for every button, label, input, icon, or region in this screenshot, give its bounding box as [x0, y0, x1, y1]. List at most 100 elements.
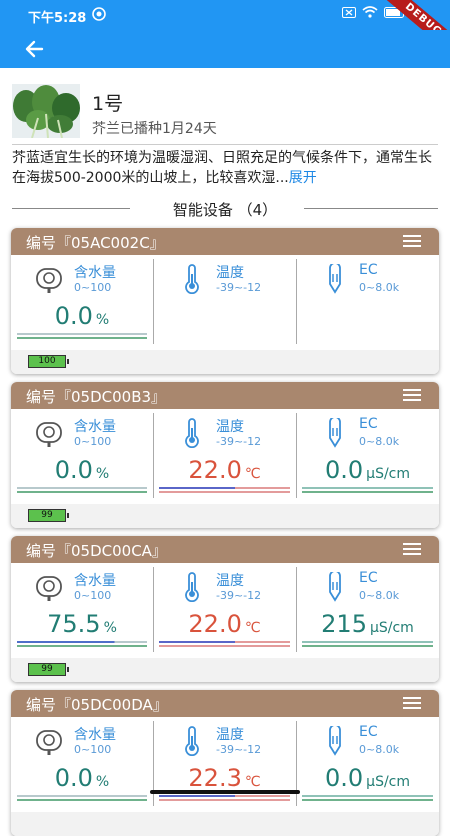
moisture-unit: %: [95, 774, 110, 790]
moisture-unit: %: [103, 620, 117, 636]
battery-icon: 99: [28, 663, 69, 676]
cell-divider: [296, 413, 297, 498]
plant-sowing-days: 芥兰已播种1月24天: [92, 121, 217, 137]
moisture-label: 含水量: [74, 265, 116, 281]
ec-unit: μS/cm: [369, 620, 414, 636]
temperature-sensor-icon: [177, 726, 207, 757]
device-code: 编号『05DC00DA』: [26, 696, 168, 714]
temperature-unit: ℃: [244, 466, 261, 482]
battery-icon: 99: [28, 509, 69, 522]
moisture-level-bar: [17, 795, 147, 802]
menu-icon[interactable]: [403, 543, 421, 555]
divider: [12, 144, 438, 145]
cell-divider: [296, 259, 297, 344]
temperature-label: 温度: [216, 727, 244, 743]
temperature-sensor-icon: [177, 572, 207, 603]
ec-range: 0~8.0k: [359, 589, 400, 602]
temperature-reading: 22.0 ℃: [153, 610, 296, 638]
ec-sensor-icon: [320, 416, 350, 448]
level-bar-track: [159, 491, 290, 493]
device-card[interactable]: 编号『05DC00DA』 含水量 0~100 0.0% 温度 -39~-12 22.3 ℃ EC…: [11, 690, 439, 836]
moisture-level-bar: [17, 333, 147, 340]
device-card-header: 编号『05DC00CA』: [11, 536, 439, 563]
temperature-label: 温度: [216, 265, 244, 281]
wifi-icon: [362, 6, 378, 22]
app-indicator-icon: [92, 7, 106, 25]
temperature-range: -39~-12: [216, 743, 262, 756]
menu-icon[interactable]: [403, 389, 421, 401]
device-card-footer: [11, 812, 439, 836]
cell-divider: [153, 567, 154, 652]
level-bar-fill: [17, 333, 147, 335]
moisture-cell: 含水量 0~100 0.0%: [11, 255, 153, 350]
level-bar-fill: [17, 795, 147, 797]
section-line-right: [304, 208, 438, 209]
ec-cell: EC 0~8.0k 215 μS/cm: [296, 563, 439, 658]
device-card-header: 编号『05DC00B3』: [11, 382, 439, 409]
temperature-range: -39~-12: [216, 589, 262, 602]
expand-link[interactable]: 展开: [289, 170, 317, 186]
temperature-value: 22.0: [188, 456, 242, 484]
level-bar-track: [17, 337, 147, 339]
ec-label: EC: [359, 262, 378, 278]
device-card[interactable]: 编号『05AC002C』 含水量 0~100 0.0% 温度 -39~-12 EC 0~8.0…: [11, 228, 439, 374]
ec-reading: 0.0 μS/cm: [296, 764, 439, 792]
moisture-value: 75.5: [47, 610, 101, 638]
level-bar-fill: [302, 795, 433, 797]
ec-sensor-icon: [320, 262, 350, 294]
ec-label: EC: [359, 724, 378, 740]
level-bar-fill: [17, 487, 147, 489]
device-card-header: 编号『05AC002C』: [11, 228, 439, 255]
sim-icon: [342, 6, 356, 22]
temperature-cell: 温度 -39~-12 22.0 ℃: [153, 409, 296, 504]
device-card[interactable]: 编号『05DC00B3』 含水量 0~100 0.0% 温度 -39~-12 22.0 ℃ EC…: [11, 382, 439, 528]
home-indicator: [150, 790, 300, 794]
temperature-unit: ℃: [244, 774, 261, 790]
back-arrow-icon[interactable]: [22, 36, 48, 62]
menu-icon[interactable]: [403, 697, 421, 709]
ec-level-bar: [302, 487, 433, 494]
temperature-value: 22.0: [188, 610, 242, 638]
moisture-unit: %: [95, 466, 110, 482]
menu-icon[interactable]: [403, 235, 421, 247]
level-bar-fill: [17, 641, 147, 643]
moisture-cell: 含水量 0~100 75.5%: [11, 563, 153, 658]
cell-divider: [296, 567, 297, 652]
moisture-sensor-icon: [35, 418, 65, 448]
temperature-reading: 22.3 ℃: [153, 764, 296, 792]
level-bar-fill: [302, 487, 433, 489]
ec-range: 0~8.0k: [359, 743, 400, 756]
level-bar-fill: [302, 641, 433, 643]
plant-photo: [12, 84, 80, 138]
moisture-label: 含水量: [74, 727, 116, 743]
ec-sensor-icon: [320, 724, 350, 756]
moisture-range: 0~100: [74, 281, 112, 294]
ec-value: 0.0: [324, 764, 364, 792]
ec-level-bar: [302, 795, 433, 802]
temperature-level-bar: [159, 641, 290, 648]
level-bar-fill: [159, 487, 290, 489]
ec-unit: μS/cm: [366, 466, 411, 482]
level-bar-track: [17, 799, 147, 801]
moisture-sensor-icon: [35, 726, 65, 756]
ec-unit: μS/cm: [366, 774, 411, 790]
app-bar: [0, 30, 450, 68]
ec-cell: EC 0~8.0k 0.0 μS/cm: [296, 409, 439, 504]
temperature-range: -39~-12: [216, 435, 262, 448]
temperature-level-bar: [159, 487, 290, 494]
moisture-range: 0~100: [74, 589, 112, 602]
temperature-label: 温度: [216, 573, 244, 589]
ec-reading: 215 μS/cm: [296, 610, 439, 638]
ec-cell: EC 0~8.0k 0.0 μS/cm: [296, 717, 439, 812]
cell-divider: [153, 413, 154, 498]
moisture-value: 0.0: [54, 764, 93, 792]
level-bar-track: [159, 799, 290, 801]
ec-value: 215: [321, 610, 367, 638]
device-card[interactable]: 编号『05DC00CA』 含水量 0~100 75.5% 温度 -39~-12 22.0 ℃ E…: [11, 536, 439, 682]
temperature-cell: 温度 -39~-12: [153, 255, 296, 350]
ec-cell: EC 0~8.0k: [296, 255, 439, 350]
level-bar-track: [302, 799, 433, 801]
moisture-cell: 含水量 0~100 0.0%: [11, 717, 153, 812]
device-code: 编号『05AC002C』: [26, 234, 165, 252]
temperature-range: -39~-12: [216, 281, 262, 294]
